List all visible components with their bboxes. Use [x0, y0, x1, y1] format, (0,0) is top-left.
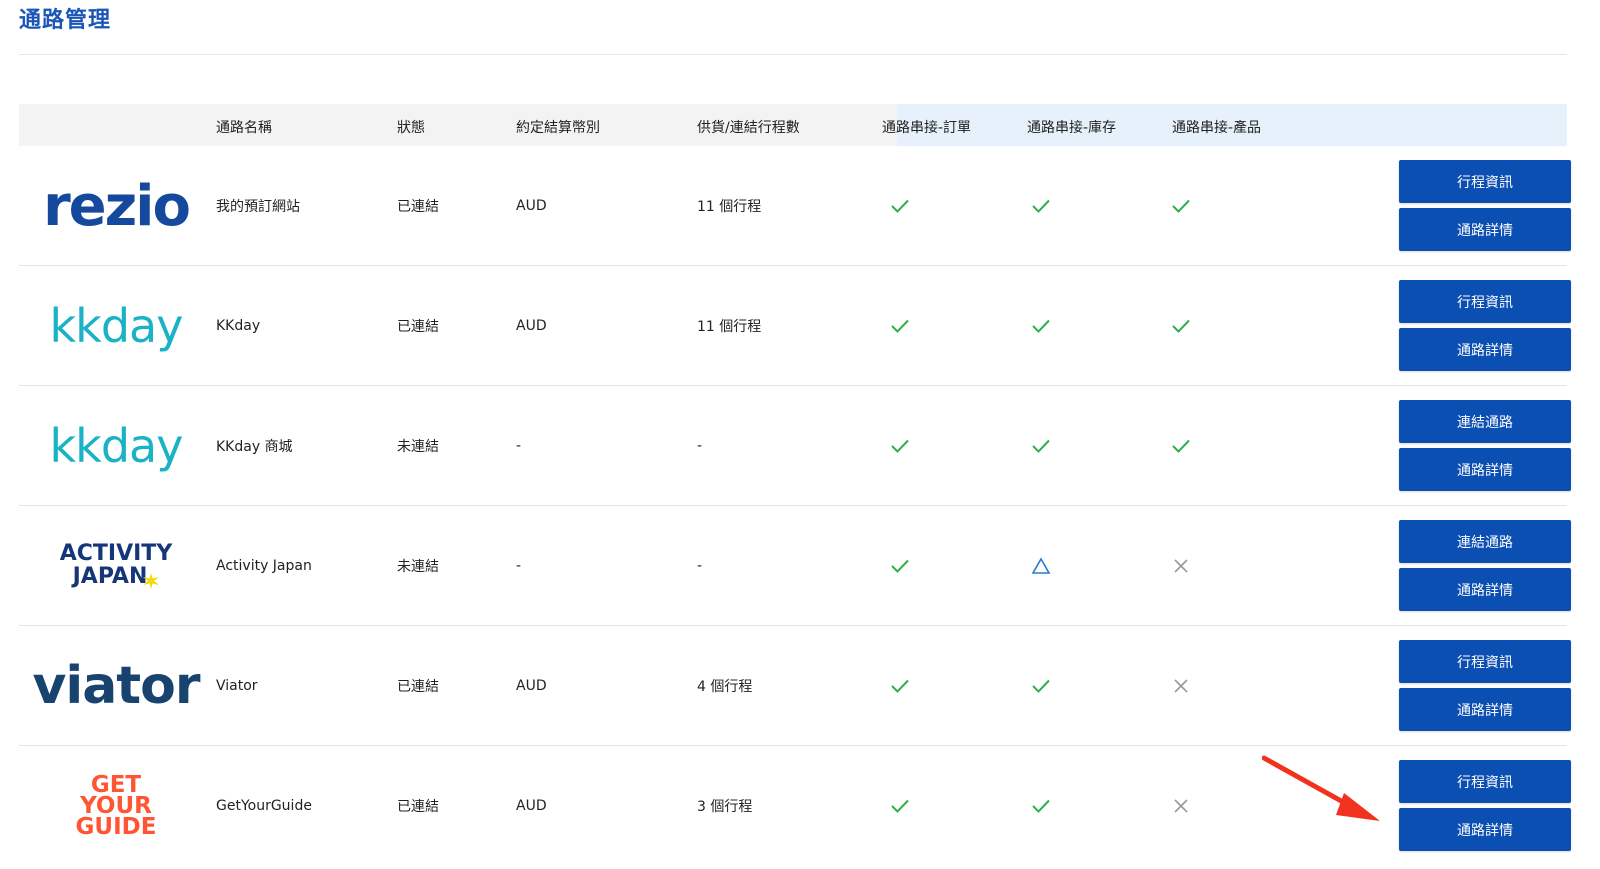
channel-name: 我的預訂網站: [216, 199, 300, 215]
getyourguide-logo-text: GET YOUR GUIDE: [75, 773, 157, 840]
status-badge: 已連結: [397, 679, 439, 695]
activity-japan-logo-line2: JAPAN: [72, 564, 148, 589]
tour-count: 11 個行程: [697, 319, 762, 335]
burst-icon: [143, 573, 160, 589]
title-divider: [19, 54, 1567, 55]
table-row: viator Viator 已連結 AUD 4 個行程 行程資訊 通路詳情: [19, 626, 1571, 746]
sync-product-cross-icon: [1166, 506, 1196, 626]
header-name: 通路名稱: [216, 120, 272, 136]
tour-info-button[interactable]: 行程資訊: [1399, 160, 1571, 203]
kkday-logo: kkday: [31, 386, 201, 506]
channel-name: KKday 商城: [216, 439, 293, 455]
channel-name: Viator: [216, 678, 258, 694]
annotation-arrow-icon: [1262, 755, 1380, 821]
table-header: 通路名稱 狀態 約定結算幣別 供貨/連結行程數 通路串接-訂單 通路串接-庫存 …: [19, 104, 1567, 146]
tour-count: 11 個行程: [697, 199, 762, 215]
kkday-logo: kkday: [31, 266, 201, 386]
rezio-logo: rezio: [31, 146, 201, 266]
table-row: kkday KKday 已連結 AUD 11 個行程 行程資訊 通路詳情: [19, 266, 1571, 386]
sync-inventory-triangle-icon: [1026, 506, 1056, 626]
currency: AUD: [516, 678, 547, 694]
sync-product-check-icon: [1166, 266, 1196, 386]
table-row: ACTIVITY JAPAN Activity Japan 未連結 - - 連結…: [19, 506, 1571, 626]
currency: AUD: [516, 318, 547, 334]
tour-count: -: [697, 438, 703, 454]
sync-product-cross-icon: [1166, 746, 1196, 866]
channel-name: GetYourGuide: [216, 798, 312, 814]
viator-logo: viator: [31, 626, 201, 746]
channel-details-button[interactable]: 通路詳情: [1399, 208, 1571, 251]
activity-japan-logo-line1: ACTIVITY: [59, 541, 173, 566]
sync-inventory-check-icon: [1026, 626, 1056, 746]
status-badge: 已連結: [397, 799, 439, 815]
sync-order-check-icon: [885, 266, 915, 386]
sync-order-check-icon: [885, 626, 915, 746]
sync-product-check-icon: [1166, 386, 1196, 506]
table-row: kkday KKday 商城 未連結 - - 連結通路 通路詳情: [19, 386, 1571, 506]
status-badge: 未連結: [397, 559, 439, 575]
connect-channel-button[interactable]: 連結通路: [1399, 520, 1571, 563]
tour-count: -: [697, 558, 703, 574]
activity-japan-logo-line2-wrap: JAPAN: [73, 565, 160, 589]
channel-details-button[interactable]: 通路詳情: [1399, 448, 1571, 491]
status-badge: 未連結: [397, 439, 439, 455]
header-count: 供貨/連結行程數: [697, 120, 800, 136]
header-currency: 約定結算幣別: [516, 120, 600, 136]
currency: -: [516, 438, 522, 454]
tour-info-button[interactable]: 行程資訊: [1399, 280, 1571, 323]
connect-channel-button[interactable]: 連結通路: [1399, 400, 1571, 443]
getyourguide-logo: GET YOUR GUIDE: [31, 746, 201, 866]
table-row: rezio 我的預訂網站 已連結 AUD 11 個行程 行程資訊 通路詳情: [19, 146, 1571, 266]
sync-order-check-icon: [885, 506, 915, 626]
kkday-logo-text: kkday: [49, 299, 184, 353]
activity-japan-logo: ACTIVITY JAPAN: [31, 506, 201, 626]
currency: AUD: [516, 798, 547, 814]
channel-details-button[interactable]: 通路詳情: [1399, 328, 1571, 371]
getyourguide-logo-line3: GUIDE: [75, 813, 157, 840]
sync-order-check-icon: [885, 386, 915, 506]
header-status: 狀態: [397, 120, 425, 136]
viator-logo-text: viator: [32, 656, 200, 716]
sync-order-check-icon: [885, 146, 915, 266]
header-sync-product: 通路串接-產品: [1172, 120, 1262, 136]
sync-inventory-check-icon: [1026, 146, 1056, 266]
channel-details-button[interactable]: 通路詳情: [1399, 808, 1571, 851]
kkday-logo-text: kkday: [49, 419, 184, 473]
status-badge: 已連結: [397, 319, 439, 335]
sync-product-cross-icon: [1166, 626, 1196, 746]
header-sync-inventory: 通路串接-庫存: [1027, 120, 1117, 136]
sync-inventory-check-icon: [1026, 266, 1056, 386]
sync-inventory-check-icon: [1026, 386, 1056, 506]
tour-info-button[interactable]: 行程資訊: [1399, 640, 1571, 683]
tour-count: 3 個行程: [697, 799, 753, 815]
currency: -: [516, 558, 522, 574]
sync-order-check-icon: [885, 746, 915, 866]
channel-name: KKday: [216, 318, 261, 334]
sync-product-check-icon: [1166, 146, 1196, 266]
activity-japan-logo-text: ACTIVITY JAPAN: [59, 541, 173, 589]
tour-info-button[interactable]: 行程資訊: [1399, 760, 1571, 803]
channel-name: Activity Japan: [216, 558, 312, 574]
page-title: 通路管理: [19, 8, 112, 33]
status-badge: 已連結: [397, 199, 439, 215]
tour-count: 4 個行程: [697, 679, 753, 695]
header-sync-order: 通路串接-訂單: [882, 120, 972, 136]
currency: AUD: [516, 198, 547, 214]
sync-inventory-check-icon: [1026, 746, 1056, 866]
rezio-logo-text: rezio: [43, 173, 191, 239]
channel-details-button[interactable]: 通路詳情: [1399, 568, 1571, 611]
channel-details-button[interactable]: 通路詳情: [1399, 688, 1571, 731]
